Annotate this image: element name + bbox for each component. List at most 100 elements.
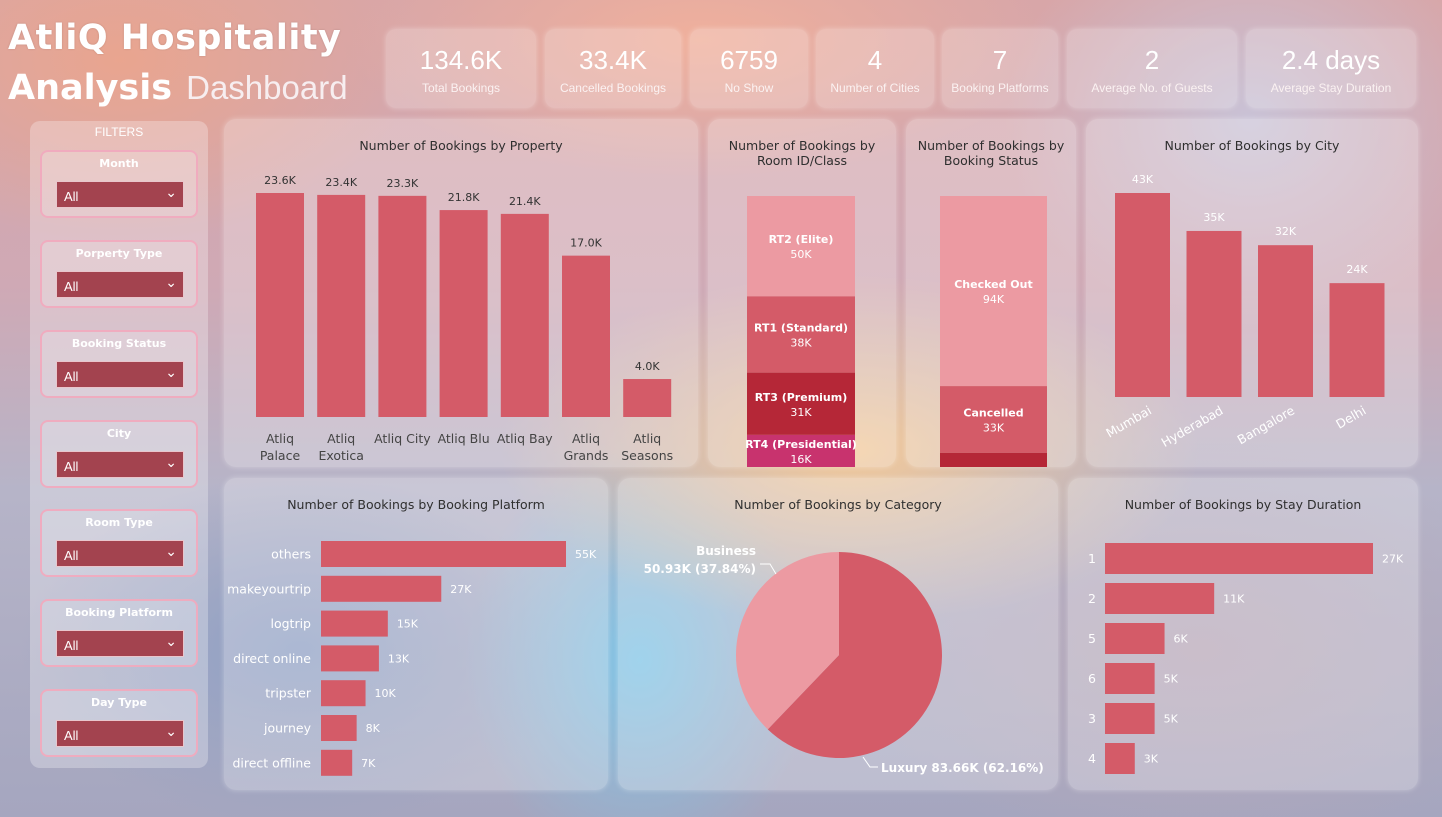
chevron-down-icon: ⌄ [165, 454, 177, 470]
filter-label: Day Type [91, 696, 147, 709]
tick-label: Exotica [318, 448, 363, 463]
data-label: 21.8K [448, 191, 480, 204]
kpi-total-bookings: 134.6K Total Bookings [386, 29, 536, 108]
kpi-value: 6759 [720, 45, 778, 75]
filters-panel: FILTERS Month All ⌄ Porperty Type All ⌄ … [30, 121, 208, 768]
kpi-number-of-cities: 4 Number of Cities [816, 29, 934, 108]
bar [1105, 703, 1155, 734]
month-dropdown[interactable]: All ⌄ [56, 181, 184, 208]
filter-booking-platform: Booking Platform All ⌄ [40, 599, 198, 667]
filter-label: City [106, 427, 132, 440]
bar [1105, 663, 1155, 694]
filter-room-type: Room Type All ⌄ [40, 509, 198, 577]
chart-bookings-by-category: Business 50.93K (37.84%) Luxury 83.66K (62… [644, 544, 1044, 775]
tick-label: 6 [1088, 671, 1096, 686]
kpi-value: 2.4 days [1281, 45, 1381, 75]
booking-platform-dropdown[interactable]: All ⌄ [56, 630, 184, 657]
tick-label: makeyourtrip [227, 581, 311, 596]
dropdown-value: All [64, 548, 79, 563]
tick-label: Hyderabad [1158, 403, 1225, 450]
data-label: 32K [1275, 225, 1297, 238]
bar [1186, 230, 1242, 397]
bar [1105, 583, 1215, 614]
bar [321, 749, 353, 776]
segment-label: 33K [983, 421, 1005, 434]
kpi-value: 4 [867, 45, 883, 75]
dropdown-value: All [64, 189, 79, 204]
data-label: 27K [450, 583, 472, 596]
panel-bookings-by-room-class: Number of Bookings by Room ID/Class RT2 … [708, 119, 896, 467]
bar [1105, 543, 1373, 574]
dashboard-title: AtliQ Hospitality Analysis Dashboard [8, 14, 378, 114]
data-label: 43K [1132, 173, 1154, 186]
title-line-2: Analysis Dashboard [8, 62, 378, 114]
data-label: 23.3K [387, 177, 419, 190]
data-label: 6K [1174, 633, 1189, 646]
segment-label: 94K [983, 293, 1005, 306]
property-type-dropdown[interactable]: All ⌄ [56, 271, 184, 298]
segment-name: Checked Out [954, 278, 1033, 291]
segment-label: 31K [790, 406, 812, 419]
panel-bookings-by-status: Number of Bookings by Booking Status Che… [906, 119, 1076, 467]
slice-name: Business [696, 544, 756, 558]
kpi-label: Average Stay Duration [1270, 81, 1392, 95]
tick-label: Atliq [327, 431, 355, 446]
data-label: 8K [366, 722, 381, 735]
tick-label: 4 [1088, 751, 1096, 766]
bar [321, 575, 442, 602]
tick-label: Bangalore [1235, 402, 1298, 447]
tick-label: 1 [1088, 551, 1096, 566]
filter-month: Month All ⌄ [40, 150, 198, 218]
room-type-dropdown[interactable]: All ⌄ [56, 540, 184, 567]
filter-label: Booking Platform [65, 606, 173, 619]
bar [321, 645, 379, 672]
tick-label: others [271, 547, 311, 562]
kpi-label: Cancelled Bookings [559, 81, 667, 95]
city-dropdown[interactable]: All ⌄ [56, 451, 184, 478]
chevron-down-icon: ⌄ [165, 364, 177, 380]
kpi-average-guests: 2 Average No. of Guests [1067, 29, 1237, 108]
tick-label: Atliq [633, 431, 661, 446]
leader-line [862, 756, 878, 768]
chart-bookings-by-property: 23.6K Atliq Palace 23.4K Atliq Exotica 23.3K At… [256, 174, 673, 463]
chevron-down-icon: ⌄ [165, 274, 177, 290]
panel-bookings-by-property: Number of Bookings by Property 23.6K Atli… [224, 119, 698, 467]
segment-name: Cancelled [963, 406, 1023, 419]
segment-name: RT1 (Standard) [754, 322, 848, 335]
dropdown-value: All [64, 279, 79, 294]
filter-label: Room Type [85, 516, 153, 529]
tick-label: tripster [265, 686, 312, 701]
tick-label: direct offline [232, 755, 311, 770]
tick-label: Atliq Blu [438, 431, 490, 446]
bar [321, 610, 388, 637]
segment-name: RT4 (Presidential) [745, 438, 857, 451]
bar [1105, 743, 1135, 774]
filter-label: Booking Status [71, 337, 167, 350]
data-label: 3K [1144, 753, 1159, 766]
data-label: 27K [1382, 553, 1404, 566]
tick-label: Atliq [266, 431, 294, 446]
chart-bookings-by-status: Checked Out 94K Cancelled 33K [940, 196, 1047, 467]
kpi-cancelled-bookings: 33.4K Cancelled Bookings [545, 29, 681, 108]
dropdown-value: All [64, 638, 79, 653]
bar [562, 255, 610, 417]
kpi-label: Average No. of Guests [1091, 81, 1213, 95]
data-label: 5K [1164, 713, 1179, 726]
dropdown-value: All [64, 728, 79, 743]
stack-segment [940, 452, 1047, 467]
filter-booking-status: Booking Status All ⌄ [40, 330, 198, 398]
booking-status-dropdown[interactable]: All ⌄ [56, 361, 184, 388]
slice-name: Luxury 83.66K (62.16%) [881, 761, 1044, 775]
chart-bookings-by-platform: others 55K makeyourtrip 27K logtrip 15K direct… [227, 541, 597, 776]
dropdown-value: All [64, 369, 79, 384]
tick-label: Atliq [572, 431, 600, 446]
day-type-dropdown[interactable]: All ⌄ [56, 720, 184, 747]
bar [1115, 193, 1170, 397]
bar [439, 210, 488, 417]
data-label: 10K [375, 687, 397, 700]
chevron-down-icon: ⌄ [165, 543, 177, 559]
kpi-value: 7 [992, 45, 1008, 75]
chart-bookings-by-city: 43K Mumbai 35K Hyderabad 32K Bangalore 24K Delh… [1103, 173, 1385, 450]
tick-label: Mumbai [1103, 403, 1154, 441]
data-label: 23.4K [325, 176, 357, 189]
